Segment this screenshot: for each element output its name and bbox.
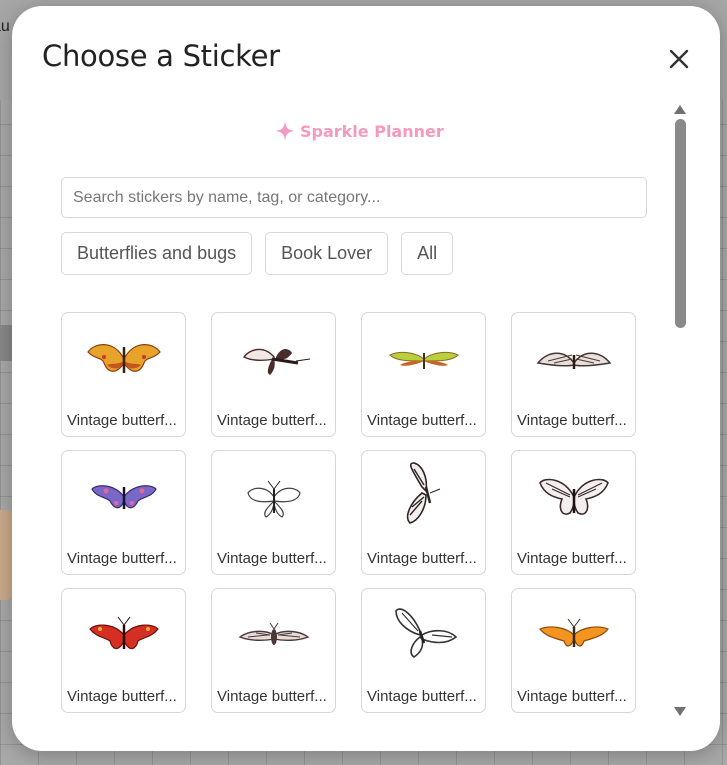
sticker-label: Vintage butterf... [217, 688, 327, 705]
search-input[interactable] [61, 177, 647, 218]
butterfly-image [539, 618, 609, 647]
sticker-card[interactable]: Vintage butterf... [361, 588, 486, 713]
filter-chips: Butterflies and bugs Book Lover All [61, 232, 454, 275]
sticker-label: Vintage butterf... [217, 412, 327, 429]
moth-image [238, 622, 310, 645]
sticker-label: Vintage butterf... [367, 550, 477, 567]
background-block [0, 325, 12, 361]
filter-chip-butterflies[interactable]: Butterflies and bugs [61, 232, 253, 275]
background-text: au [0, 18, 10, 35]
butterfly-image [539, 478, 609, 515]
sticker-card[interactable]: Vintage butterf... [511, 312, 636, 437]
sticker-card[interactable]: Vintage butterf... [361, 312, 486, 437]
background-sticker [0, 510, 12, 600]
filter-chip-all[interactable]: All [401, 232, 454, 275]
triangle-up-icon [674, 105, 686, 114]
sticker-label: Vintage butterf... [367, 412, 477, 429]
sticker-label: Vintage butterf... [367, 688, 477, 705]
sticker-picker-modal: Choose a Sticker Sparkle Planner Butterf… [12, 6, 720, 751]
brand-name: Sparkle Planner [300, 121, 444, 141]
scroll-down-button[interactable] [673, 705, 687, 717]
butterfly-image [91, 485, 157, 509]
sticker-label: Vintage butterf... [517, 412, 627, 429]
scrollbar-thumb[interactable] [675, 119, 686, 328]
sticker-card[interactable]: Vintage butterf... [61, 312, 186, 437]
sticker-label: Vintage butterf... [517, 550, 627, 567]
sticker-card[interactable]: Vintage butterf... [211, 588, 336, 713]
sticker-card[interactable]: Vintage butterf... [211, 312, 336, 437]
sticker-label: Vintage butterf... [67, 550, 177, 567]
sticker-card[interactable]: Vintage butterf... [211, 450, 336, 575]
sticker-label: Vintage butterf... [67, 412, 177, 429]
sticker-grid: Vintage butterf... Vintage butterf... Vi… [61, 312, 636, 713]
sticker-label: Vintage butterf... [217, 550, 327, 567]
modal-title: Choose a Sticker [42, 39, 280, 73]
sticker-card[interactable]: Vintage butterf... [511, 588, 636, 713]
sticker-scroll-area: Sparkle Planner Butterflies and bugs Boo… [12, 98, 672, 738]
sticker-card[interactable]: Vintage butterf... [361, 450, 486, 575]
butterfly-image [247, 480, 301, 518]
butterfly-image [87, 344, 161, 373]
butterfly-image [89, 616, 159, 650]
butterfly-image [389, 351, 459, 369]
swallowtail-image [406, 462, 441, 524]
sticker-card[interactable]: Vintage butterf... [61, 450, 186, 575]
sticker-card[interactable]: Vintage butterf... [511, 450, 636, 575]
moth-image [536, 352, 612, 369]
sticker-label: Vintage butterf... [517, 688, 627, 705]
sticker-label: Vintage butterf... [67, 688, 177, 705]
butterfly-image [395, 608, 458, 658]
brand-logo: Sparkle Planner [274, 120, 444, 142]
close-button[interactable] [662, 42, 696, 76]
close-icon [669, 49, 689, 69]
sparkle-icon [274, 120, 296, 142]
scroll-up-button[interactable] [673, 102, 687, 114]
triangle-down-icon [674, 707, 686, 716]
moth-image [242, 348, 311, 375]
filter-chip-book-lover[interactable]: Book Lover [265, 232, 389, 275]
sticker-card[interactable]: Vintage butterf... [61, 588, 186, 713]
